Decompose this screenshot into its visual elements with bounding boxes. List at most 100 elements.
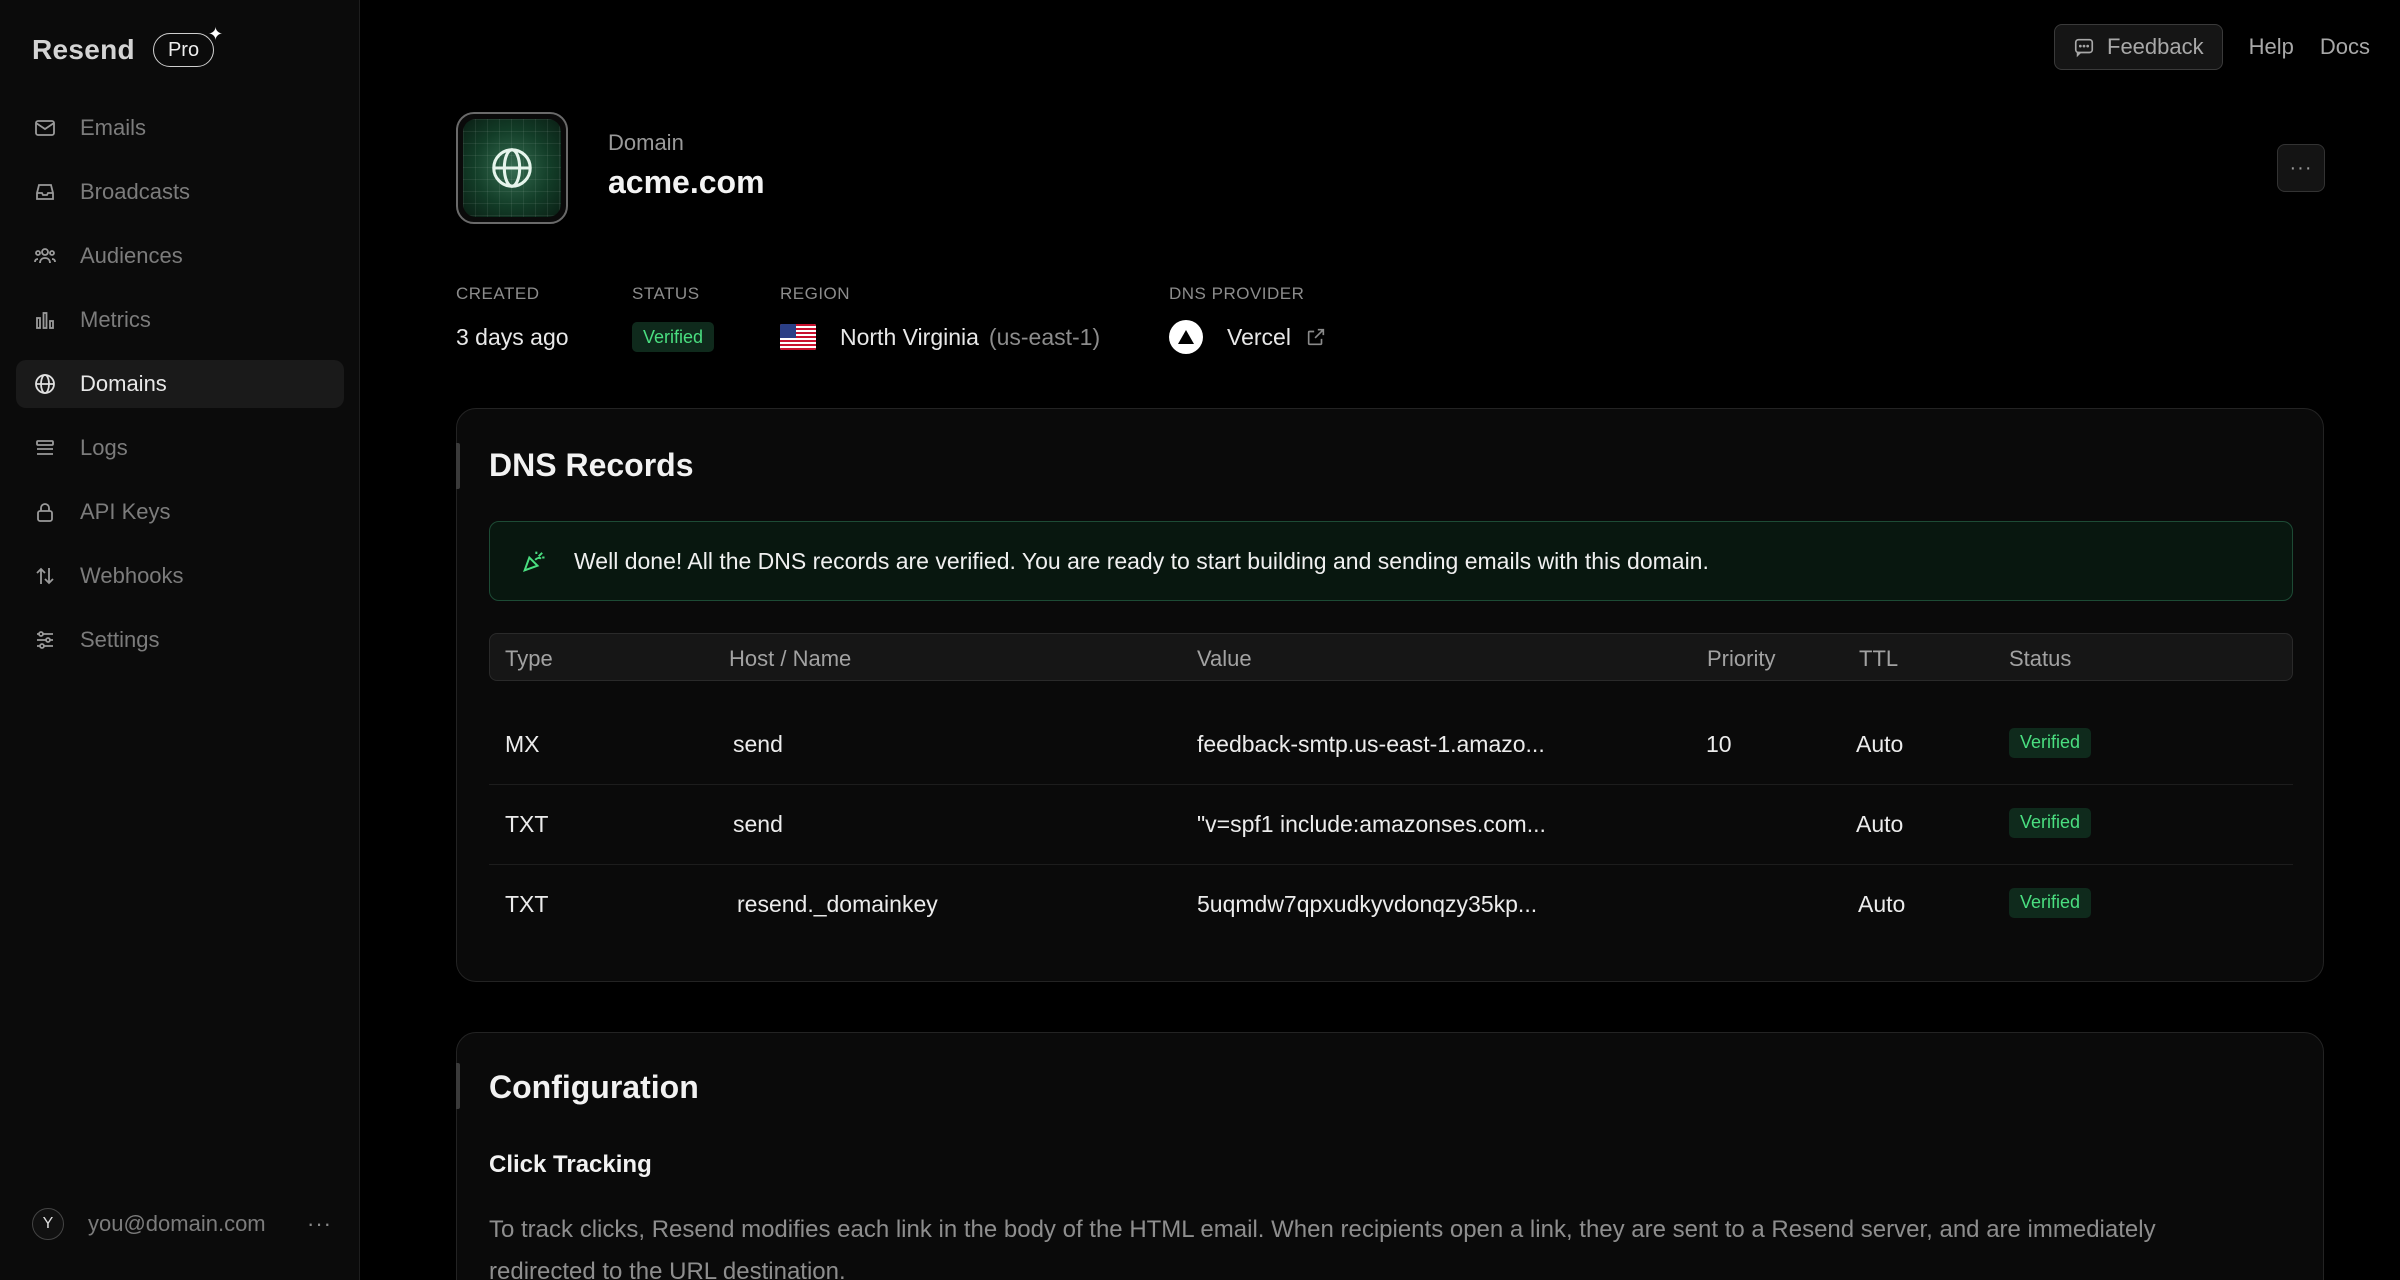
vercel-logo-icon bbox=[1169, 320, 1203, 354]
meta-created: CREATED 3 days ago bbox=[456, 284, 569, 354]
created-value: 3 days ago bbox=[456, 323, 569, 350]
bar-chart-icon bbox=[32, 307, 58, 333]
record-value[interactable]: feedback-smtp.us-east-1.amazo... bbox=[1197, 731, 1545, 758]
record-priority: 10 bbox=[1706, 731, 1732, 757]
sidebar: Resend Pro ✦ Emails Broadcasts Audiences… bbox=[0, 0, 360, 1280]
alert-text: Well done! All the DNS records are verif… bbox=[574, 547, 1709, 574]
sidebar-nav: Emails Broadcasts Audiences Metrics Doma… bbox=[16, 104, 344, 680]
globe-icon bbox=[32, 371, 58, 397]
plan-badge: Pro ✦ bbox=[152, 24, 223, 67]
sliders-icon bbox=[32, 627, 58, 653]
meta-label: REGION bbox=[780, 284, 851, 303]
external-link-icon[interactable] bbox=[1305, 326, 1327, 348]
status-badge: Verified bbox=[2009, 807, 2092, 838]
record-host[interactable]: resend._domainkey bbox=[737, 891, 938, 918]
feedback-button[interactable]: Feedback bbox=[2054, 24, 2223, 70]
record-type: TXT bbox=[505, 891, 549, 917]
meta-dns-provider: DNS PROVIDER Vercel bbox=[1169, 284, 1327, 354]
page-title: acme.com bbox=[608, 164, 765, 200]
avatar: Y bbox=[32, 1208, 64, 1240]
table-header: Type Host / Name Value Priority TTL Stat… bbox=[489, 633, 2293, 681]
sidebar-item-label: Domains bbox=[80, 371, 167, 396]
list-icon bbox=[32, 435, 58, 461]
region-name: North Virginia bbox=[840, 323, 979, 350]
record-host[interactable]: send bbox=[733, 731, 783, 758]
table-row[interactable]: MX send feedback-smtp.us-east-1.amazo...… bbox=[489, 705, 2293, 785]
table-row[interactable]: TXT resend._domainkey 5uqmdw7qpxudkyvdon… bbox=[489, 865, 2293, 945]
meta-region: REGION North Virginia (us-east-1) bbox=[780, 284, 1100, 354]
column-header: Type bbox=[505, 646, 553, 671]
sidebar-item-label: Metrics bbox=[80, 307, 151, 332]
table-row[interactable]: TXT send "v=spf1 include:amazonses.com..… bbox=[489, 785, 2293, 865]
dns-records-title: DNS Records bbox=[489, 447, 694, 483]
region-code: (us-east-1) bbox=[988, 323, 1101, 350]
meta-label: DNS PROVIDER bbox=[1169, 284, 1305, 303]
click-tracking-description: To track clicks, Resend modifies each li… bbox=[489, 1216, 2156, 1280]
us-flag-icon bbox=[780, 324, 816, 350]
card-accent bbox=[456, 443, 460, 489]
sidebar-item-webhooks[interactable]: Webhooks bbox=[16, 552, 344, 600]
message-icon bbox=[2074, 38, 2094, 58]
sidebar-item-label: Webhooks bbox=[80, 563, 184, 588]
column-header: Host / Name bbox=[729, 646, 852, 671]
sidebar-item-label: Emails bbox=[80, 115, 147, 140]
sidebar-item-api-keys[interactable]: API Keys bbox=[16, 488, 344, 536]
mail-icon bbox=[32, 115, 58, 141]
column-header: Status bbox=[2009, 646, 2072, 671]
status-badge: Verified bbox=[632, 322, 715, 352]
record-value[interactable]: "v=spf1 include:amazonses.com... bbox=[1197, 811, 1546, 838]
inbox-icon bbox=[32, 179, 58, 205]
sparkle-icon: ✦ bbox=[207, 24, 224, 44]
sidebar-item-settings[interactable]: Settings bbox=[16, 616, 344, 664]
sidebar-item-label: API Keys bbox=[80, 499, 171, 524]
column-header: TTL bbox=[1859, 646, 1899, 671]
brand[interactable]: Resend Pro ✦ bbox=[32, 24, 223, 70]
sidebar-item-broadcasts[interactable]: Broadcasts bbox=[16, 168, 344, 216]
user-menu[interactable]: Y you@domain.com ··· bbox=[32, 1206, 332, 1242]
sidebar-item-label: Logs bbox=[80, 435, 128, 460]
feedback-label: Feedback bbox=[2107, 34, 2204, 59]
column-header: Value bbox=[1197, 646, 1252, 671]
card-accent bbox=[456, 1063, 460, 1109]
record-ttl: Auto bbox=[1856, 811, 1904, 837]
domain-tile bbox=[456, 112, 568, 224]
record-type: MX bbox=[505, 731, 540, 757]
sidebar-item-logs[interactable]: Logs bbox=[16, 424, 344, 472]
arrows-updown-icon bbox=[32, 563, 58, 589]
topbar: Feedback Help Docs bbox=[2054, 24, 2370, 70]
globe-icon bbox=[492, 148, 532, 188]
sidebar-item-label: Audiences bbox=[80, 243, 183, 268]
users-icon bbox=[32, 243, 58, 269]
record-host[interactable]: send bbox=[733, 811, 783, 838]
domain-label: Domain bbox=[608, 130, 684, 155]
sidebar-item-emails[interactable]: Emails bbox=[16, 104, 344, 152]
dns-records-card: DNS Records Well done! All the DNS recor… bbox=[456, 408, 2324, 982]
record-type: TXT bbox=[505, 811, 549, 837]
record-ttl: Auto bbox=[1858, 891, 1906, 917]
configuration-card: Configuration Click Tracking To track cl… bbox=[456, 1032, 2324, 1280]
plan-label: Pro bbox=[167, 38, 200, 61]
docs-link[interactable]: Docs bbox=[2320, 34, 2370, 60]
success-alert: Well done! All the DNS records are verif… bbox=[489, 521, 2293, 601]
help-link[interactable]: Help bbox=[2249, 34, 2294, 60]
record-value[interactable]: 5uqmdw7qpxudkyvdonqzy35kp... bbox=[1197, 891, 1537, 918]
meta-label: STATUS bbox=[632, 284, 700, 303]
record-ttl: Auto bbox=[1856, 731, 1904, 757]
app: Resend Pro ✦ Emails Broadcasts Audiences… bbox=[0, 0, 2400, 1280]
user-email: you@domain.com bbox=[88, 1211, 266, 1236]
dns-provider-name[interactable]: Vercel bbox=[1227, 324, 1291, 351]
sidebar-item-domains[interactable]: Domains bbox=[16, 360, 344, 408]
meta-status: STATUS Verified bbox=[632, 284, 715, 354]
sidebar-item-metrics[interactable]: Metrics bbox=[16, 296, 344, 344]
sidebar-item-label: Settings bbox=[80, 627, 160, 652]
column-header: Priority bbox=[1707, 646, 1776, 671]
meta-label: CREATED bbox=[456, 284, 540, 303]
party-popper-icon bbox=[523, 551, 545, 572]
sidebar-item-label: Broadcasts bbox=[80, 179, 191, 204]
lock-icon bbox=[32, 499, 58, 525]
more-options-button[interactable]: ··· bbox=[2277, 144, 2325, 192]
sidebar-item-audiences[interactable]: Audiences bbox=[16, 232, 344, 280]
brand-name: Resend bbox=[32, 34, 135, 65]
status-badge: Verified bbox=[2009, 887, 2092, 918]
user-more-icon[interactable]: ··· bbox=[307, 1211, 332, 1237]
